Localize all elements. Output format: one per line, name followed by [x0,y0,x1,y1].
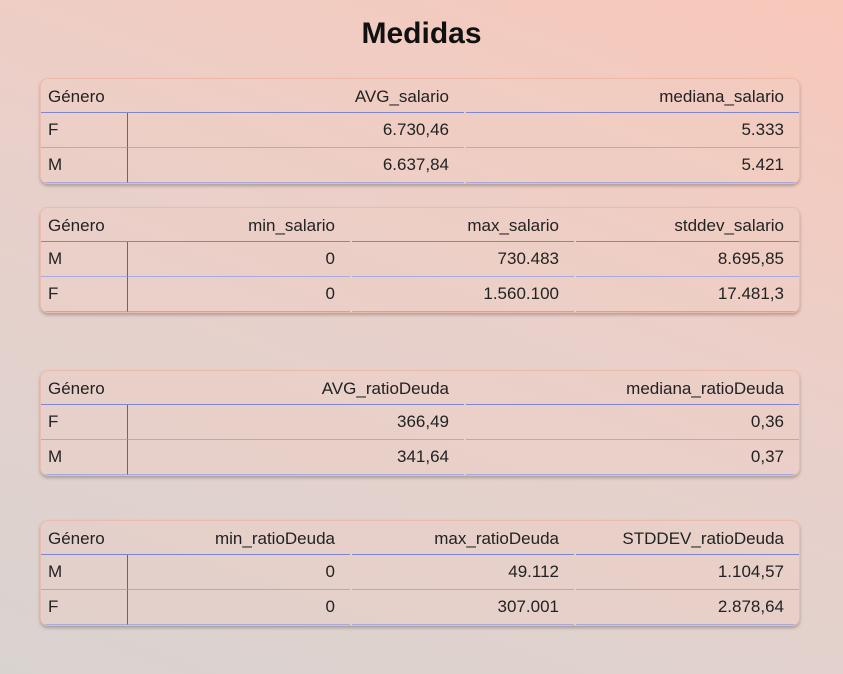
column-header[interactable]: AVG_salario [128,79,464,113]
table-cell: 0,37 [466,440,799,475]
table-cell: 0 [128,555,350,590]
table-cell: 730.483 [352,242,574,277]
data-table: Género min_salario max_salario stddev_salar… [40,207,800,313]
table-cell: 0 [128,590,350,625]
table-cell: 5.333 [466,113,799,148]
table-cell: 5.421 [466,148,799,183]
column-header[interactable]: max_ratioDeuda [352,521,574,555]
data-table: Género min_ratioDeuda max_ratioDeuda STDDEV… [40,520,800,626]
table-cell: 8.695,85 [576,242,799,277]
column-header[interactable]: STDDEV_ratioDeuda [576,521,799,555]
table-cell: 0 [128,242,350,277]
table-cell: 0,36 [466,405,799,440]
table-cell: 307.001 [352,590,574,625]
column-header[interactable]: min_ratioDeuda [128,521,350,555]
column-header[interactable]: Género [41,371,128,405]
table-cell: 17.481,3 [576,277,799,312]
row-label: M [41,440,128,475]
column-header[interactable]: Género [41,208,128,242]
row-label: F [41,405,128,440]
page-title: Medidas [361,17,482,50]
row-label: M [41,555,128,590]
row-label: F [41,113,128,148]
column-header[interactable]: max_salario [352,208,574,242]
column-header[interactable]: mediana_salario [466,79,799,113]
row-label: F [41,590,128,625]
data-table: Género AVG_salario mediana_salario F 6.730,4… [40,78,800,184]
table-cell: 49.112 [352,555,574,590]
table-cell: 366,49 [128,405,464,440]
column-header[interactable]: mediana_ratioDeuda [466,371,799,405]
column-header[interactable]: min_salario [128,208,350,242]
table-cell: 6.637,84 [128,148,464,183]
column-header[interactable]: stddev_salario [576,208,799,242]
data-table: Género AVG_ratioDeuda mediana_ratioDeuda F 3… [40,370,800,476]
table-cell: 1.560.100 [352,277,574,312]
table-cell: 0 [128,277,350,312]
row-label: M [41,242,128,277]
column-header[interactable]: Género [41,79,128,113]
table-cell: 1.104,57 [576,555,799,590]
table-cell: 341,64 [128,440,464,475]
table-cell: 2.878,64 [576,590,799,625]
table-cell: 6.730,46 [128,113,464,148]
column-header[interactable]: AVG_ratioDeuda [128,371,464,405]
row-label: M [41,148,128,183]
column-header[interactable]: Género [41,521,128,555]
row-label: F [41,277,128,312]
